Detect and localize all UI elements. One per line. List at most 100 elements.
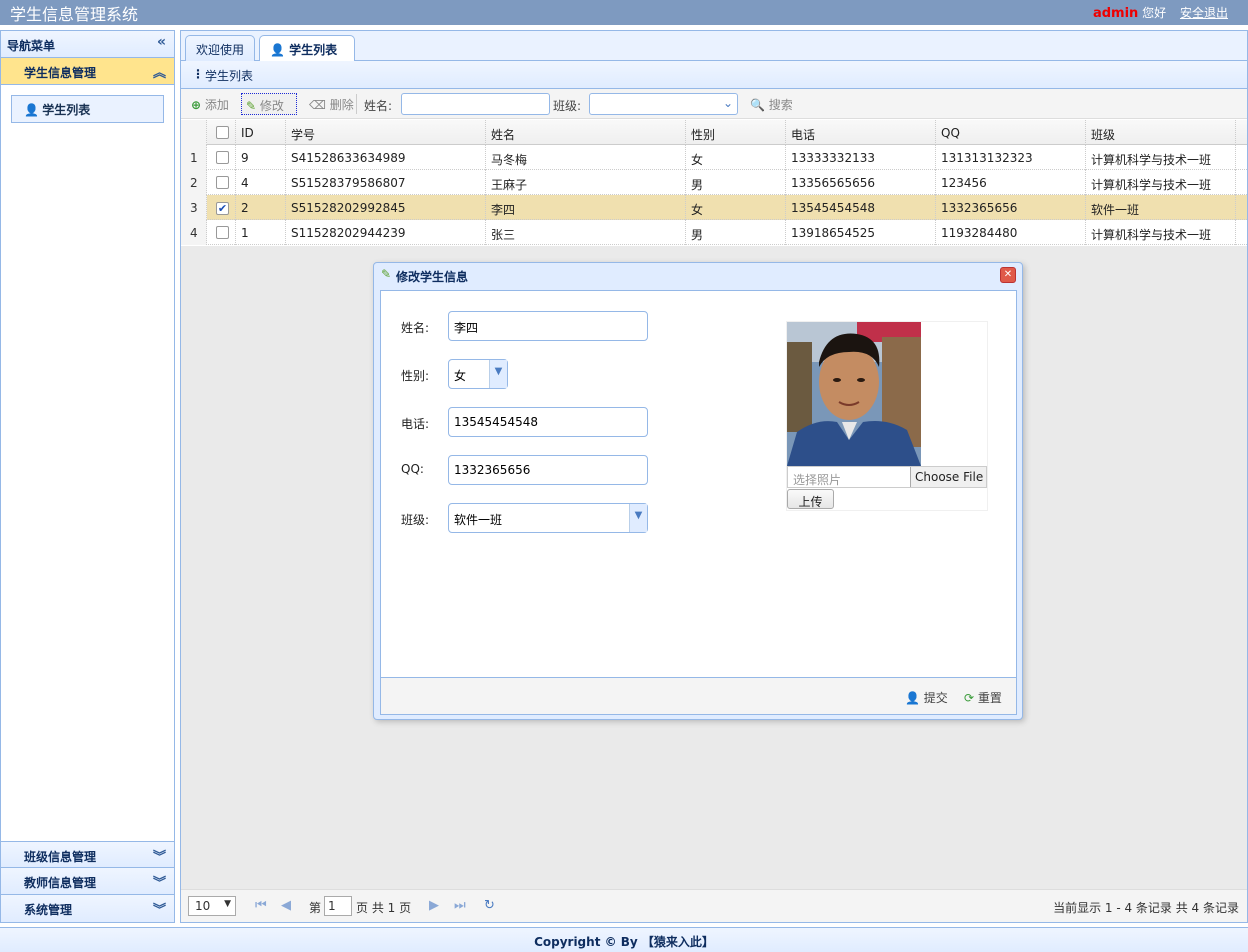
toolbar: ⊕ 添加 ✎ 修改 ⌫ 删除 姓名: 班级: ⌄ 🔍 搜索 bbox=[181, 89, 1247, 119]
row-number: 3 bbox=[181, 195, 207, 220]
next-page-icon[interactable]: ▶ bbox=[429, 898, 439, 913]
panel-header: ⋮ 学生列表 bbox=[181, 61, 1247, 89]
row-number: 4 bbox=[181, 220, 207, 245]
column-header[interactable]: 班级 bbox=[1086, 120, 1236, 145]
tab-welcome[interactable]: 欢迎使用 bbox=[185, 35, 255, 61]
phone-field[interactable]: 13545454548 bbox=[448, 407, 648, 437]
close-icon[interactable]: ✕ bbox=[1000, 267, 1016, 283]
search-button[interactable]: 🔍 搜索 bbox=[746, 93, 797, 115]
cell-qq: 131313132323 bbox=[936, 145, 1086, 170]
sex-value: 女 bbox=[454, 369, 467, 383]
table-row[interactable]: 1 9 S41528633634989 马冬梅 女 13333332133 13… bbox=[181, 145, 1247, 170]
qq-field[interactable]: 1332365656 bbox=[448, 455, 648, 485]
cell-phone: 13918654525 bbox=[786, 220, 936, 245]
name-filter-input[interactable] bbox=[401, 93, 550, 115]
name-label: 姓名: bbox=[401, 321, 430, 335]
cell-sn: S41528633634989 bbox=[286, 145, 486, 170]
accordion-class-management[interactable]: 班级信息管理 ︾ bbox=[1, 841, 174, 868]
upload-button[interactable]: 上传 bbox=[787, 489, 834, 509]
class-value: 软件一班 bbox=[454, 513, 503, 527]
class-filter-select[interactable]: ⌄ bbox=[589, 93, 738, 115]
chevron-up-icon[interactable]: ︽ bbox=[153, 62, 166, 81]
first-page-icon[interactable]: ⏮ bbox=[255, 898, 267, 913]
cell-id: 1 bbox=[236, 220, 286, 245]
accordion-teacher-management[interactable]: 教师信息管理 ︾ bbox=[1, 868, 174, 895]
cell-id: 9 bbox=[236, 145, 286, 170]
cell-phone: 13545454548 bbox=[786, 195, 936, 220]
page-footer: Copyright © By 【猿来入此】 bbox=[0, 927, 1248, 952]
user-add-icon: 👤 bbox=[905, 691, 920, 705]
tab-student-list[interactable]: 👤 学生列表 × bbox=[259, 35, 355, 72]
sidebar-header: 导航菜单 « bbox=[1, 31, 174, 58]
delete-label: 删除 bbox=[329, 98, 354, 112]
search-label: 搜索 bbox=[768, 98, 793, 112]
cell-qq: 1193284480 bbox=[936, 220, 1086, 245]
last-page-icon[interactable]: ⏭ bbox=[454, 898, 466, 913]
accordion-label: 班级信息管理 bbox=[24, 850, 97, 864]
sidebar: 导航菜单 « 学生信息管理 ︽ 👤 学生列表 班级信息管理 ︾ 教师信息管理 ︾… bbox=[0, 30, 175, 923]
cell-name: 王麻子 bbox=[486, 170, 686, 195]
column-header[interactable]: 电话 bbox=[786, 120, 936, 145]
column-header[interactable]: 姓名 bbox=[486, 120, 686, 145]
collapse-left-icon[interactable]: « bbox=[157, 34, 166, 50]
chevron-down-icon: ▼ bbox=[489, 360, 507, 388]
add-button[interactable]: ⊕ 添加 bbox=[187, 93, 233, 115]
dialog-header: ✎ 修改学生信息 ✕ bbox=[374, 263, 1022, 289]
refresh-icon[interactable]: ↻ bbox=[484, 898, 495, 913]
submit-button[interactable]: 👤 提交 bbox=[905, 689, 948, 706]
select-all-checkbox[interactable] bbox=[207, 120, 236, 145]
accordion-system-management[interactable]: 系统管理 ︾ bbox=[1, 895, 174, 922]
cell-sex: 男 bbox=[686, 170, 786, 195]
column-header[interactable]: ID bbox=[236, 120, 286, 145]
sex-label: 性别: bbox=[401, 369, 430, 383]
row-checkbox[interactable] bbox=[207, 170, 236, 195]
sidebar-title: 导航菜单 bbox=[7, 39, 56, 53]
photo-area: 选择照片 Choose File 上传 bbox=[786, 321, 988, 511]
copyright-text: Copyright © By 【猿来入此】 bbox=[534, 935, 714, 949]
chevron-down-icon[interactable]: ︾ bbox=[153, 899, 166, 918]
sex-select[interactable]: 女 ▼ bbox=[448, 359, 508, 389]
row-number: 1 bbox=[181, 145, 207, 170]
edit-button[interactable]: ✎ 修改 bbox=[241, 93, 297, 115]
name-field[interactable]: 李四 bbox=[448, 311, 648, 341]
prev-page-icon[interactable]: ◀ bbox=[281, 898, 291, 913]
table-row[interactable]: 2 4 S51528379586807 王麻子 男 13356565656 12… bbox=[181, 170, 1247, 195]
logout-link[interactable]: 安全退出 bbox=[1180, 6, 1228, 20]
cell-sex: 男 bbox=[686, 220, 786, 245]
accordion-label: 教师信息管理 bbox=[24, 876, 97, 890]
delete-button[interactable]: ⌫ 删除 bbox=[305, 93, 358, 115]
cell-class: 计算机科学与技术一班 bbox=[1086, 145, 1236, 170]
column-header[interactable]: 性别 bbox=[686, 120, 786, 145]
row-number-header bbox=[181, 120, 207, 145]
row-checkbox-checked[interactable]: ✔ bbox=[207, 195, 236, 220]
chevron-down-icon[interactable]: ︾ bbox=[153, 846, 166, 865]
row-checkbox[interactable] bbox=[207, 145, 236, 170]
class-select[interactable]: 软件一班 ▼ bbox=[448, 503, 648, 533]
table-row[interactable]: 4 1 S11528202944239 张三 男 13918654525 119… bbox=[181, 220, 1247, 245]
cell-name: 李四 bbox=[486, 195, 686, 220]
dropdown-arrow-icon: ▼ bbox=[224, 899, 231, 909]
reload-icon: ⟳ bbox=[964, 691, 975, 705]
reset-button[interactable]: ⟳ 重置 bbox=[964, 689, 1002, 706]
cell-sex: 女 bbox=[686, 195, 786, 220]
page-size-select[interactable]: 10 ▼ bbox=[188, 896, 236, 916]
table-row-selected[interactable]: 3 ✔ 2 S51528202992845 李四 女 13545454548 1… bbox=[181, 195, 1247, 220]
sidebar-item-student-list[interactable]: 👤 学生列表 bbox=[11, 95, 164, 123]
file-input[interactable]: 选择照片 Choose File bbox=[787, 466, 987, 488]
accordion-student-management[interactable]: 学生信息管理 ︽ bbox=[1, 58, 174, 85]
accordion-body: 👤 学生列表 bbox=[1, 85, 174, 841]
column-header[interactable]: QQ bbox=[936, 120, 1086, 145]
user-area: admin 您好 安全退出 bbox=[1093, 4, 1228, 21]
sidebar-item-label: 学生列表 bbox=[42, 103, 91, 117]
choose-file-button[interactable]: Choose File bbox=[910, 467, 986, 487]
column-header[interactable]: 学号 bbox=[286, 120, 486, 145]
chevron-down-icon[interactable]: ︾ bbox=[153, 872, 166, 891]
toolbar-divider bbox=[356, 94, 357, 114]
tab-bar: 欢迎使用 👤 学生列表 × bbox=[181, 31, 1247, 72]
page-size-value: 10 bbox=[195, 899, 211, 913]
file-placeholder: 选择照片 bbox=[793, 473, 842, 487]
cell-sex: 女 bbox=[686, 145, 786, 170]
page-number-input[interactable]: 1 bbox=[324, 896, 352, 916]
student-photo bbox=[787, 322, 921, 466]
row-checkbox[interactable] bbox=[207, 220, 236, 245]
